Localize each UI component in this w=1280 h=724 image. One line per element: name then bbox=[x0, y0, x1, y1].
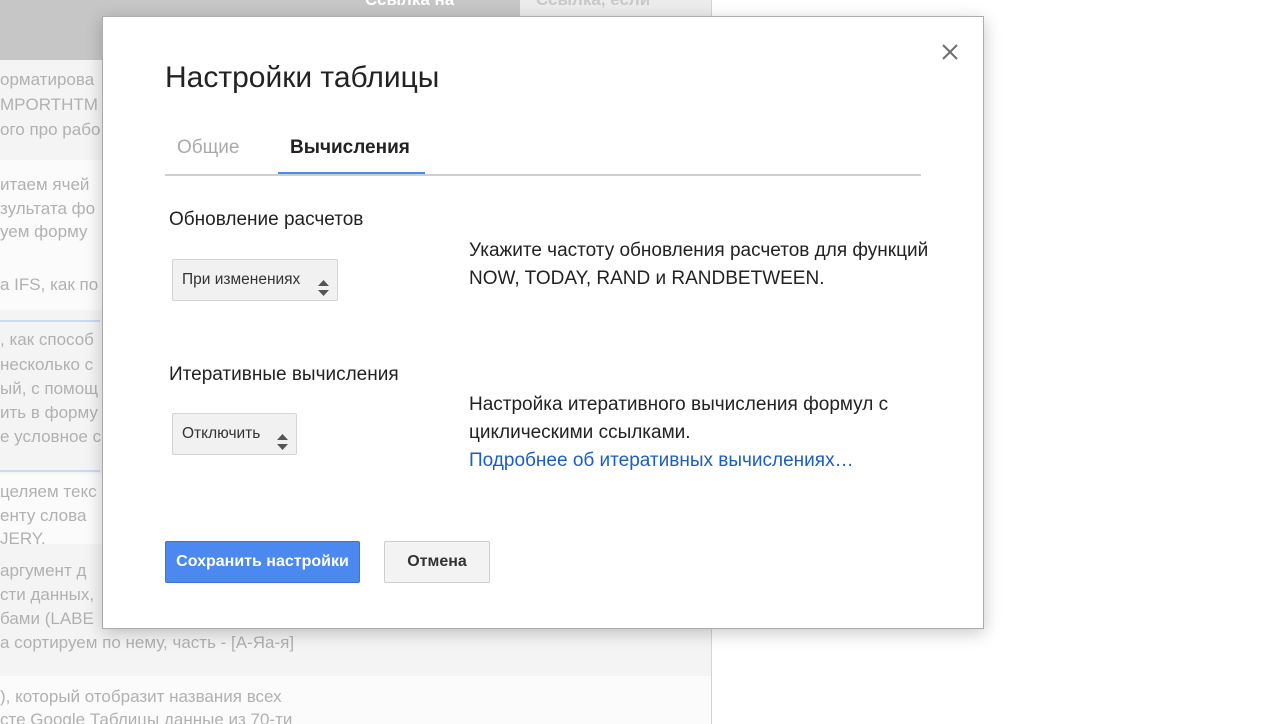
background-text: зультата фо bbox=[0, 199, 96, 218]
tab-divider bbox=[165, 174, 921, 176]
background-text: орматирова bbox=[0, 70, 95, 89]
background-divider bbox=[0, 470, 100, 472]
iterative-select-value: Отключить bbox=[182, 425, 261, 442]
close-icon[interactable] bbox=[939, 41, 961, 63]
tab-bar: Общие Вычисления bbox=[165, 127, 921, 175]
background-text: ого про рабо bbox=[0, 120, 101, 139]
background-text: уем форму bbox=[0, 222, 88, 241]
background-text: несколько с bbox=[0, 355, 94, 374]
background-text: целяем текс bbox=[0, 482, 97, 501]
recalculation-label: Обновление расчетов bbox=[169, 209, 364, 230]
background-text: сти данных, bbox=[0, 585, 95, 604]
background-header-col2: Ссылка, если bbox=[536, 0, 650, 10]
recalculation-description: Укажите частоту обновления расчетов для … bbox=[469, 240, 929, 289]
background-text: ить в форму bbox=[0, 403, 98, 422]
background-text: ый, с помощ bbox=[0, 379, 99, 398]
select-arrows-icon bbox=[277, 426, 288, 450]
iterative-calculation-description: Настройка итеративного вычисления формул… bbox=[469, 391, 939, 475]
background-text: ), который отобразит названия всех bbox=[0, 687, 282, 706]
iterative-calculation-label: Итеративные вычисления bbox=[169, 364, 399, 385]
background-text: енту слова bbox=[0, 506, 87, 525]
background-divider bbox=[0, 320, 100, 322]
background-text: аргумент д bbox=[0, 561, 87, 580]
background-header-col1: Ссылка на bbox=[365, 0, 454, 10]
background-text: JERY. bbox=[0, 529, 46, 548]
background-text: итаем ячей bbox=[0, 175, 90, 194]
background-text: , как способ bbox=[0, 330, 94, 349]
iterative-calculation-select[interactable]: Отключить bbox=[172, 413, 297, 455]
tab-calculation[interactable]: Вычисления bbox=[290, 137, 410, 159]
background-text: бами (LABE bbox=[0, 609, 94, 628]
save-settings-button[interactable]: Сохранить настройки bbox=[165, 541, 360, 583]
background-text: а сортируем по нему, часть - [А-Яа-я] bbox=[0, 633, 295, 652]
cancel-button[interactable]: Отмена bbox=[384, 541, 490, 583]
dialog-title: Настройки таблицы bbox=[165, 61, 440, 94]
background-text: сте Google Таблицы данные из 70-ти bbox=[0, 710, 293, 724]
recalculation-select[interactable]: При изменениях bbox=[172, 259, 338, 301]
spreadsheet-settings-dialog: Настройки таблицы Общие Вычисления Обнов… bbox=[102, 16, 984, 629]
recalculation-select-value: При изменениях bbox=[182, 271, 301, 288]
background-text: а IFS, как по bbox=[0, 275, 99, 294]
select-arrows-icon bbox=[318, 272, 329, 296]
tab-general[interactable]: Общие bbox=[177, 137, 239, 159]
background-text: MPORTHTM bbox=[0, 95, 98, 114]
background-text: е условное с bbox=[0, 427, 102, 446]
learn-more-link[interactable]: Подробнее об итеративных вычислениях… bbox=[469, 450, 854, 471]
iterative-description-text: Настройка итеративного вычисления формул… bbox=[469, 394, 889, 443]
